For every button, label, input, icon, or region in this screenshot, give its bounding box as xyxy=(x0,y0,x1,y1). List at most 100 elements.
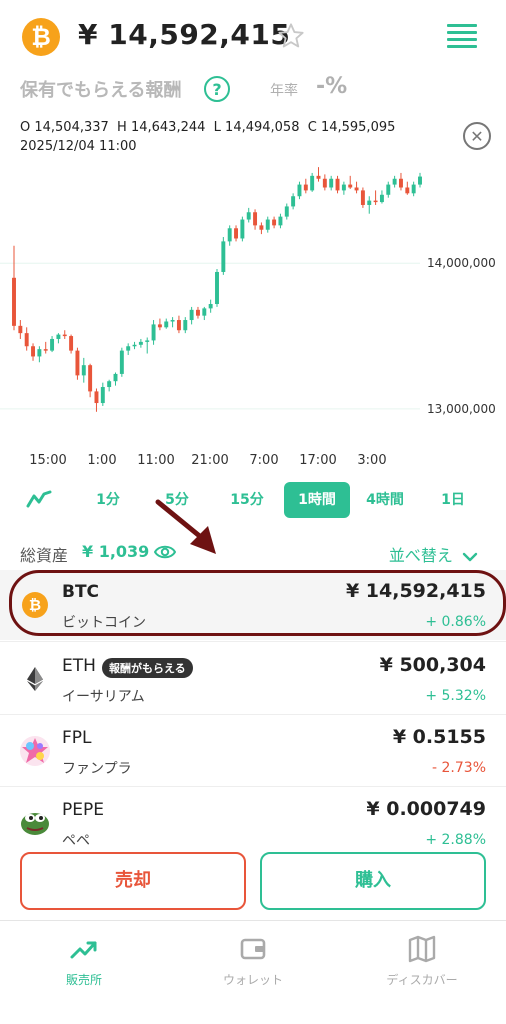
sort-label: 並べ替え xyxy=(388,546,453,565)
coin-price: ¥ 14,592,415 xyxy=(345,580,486,602)
y-tick-label: 14,000,000 xyxy=(427,256,496,270)
candle xyxy=(215,269,219,307)
map-icon xyxy=(408,935,436,963)
candle xyxy=(31,343,35,361)
candle xyxy=(386,181,391,198)
x-tick-label: 1:00 xyxy=(87,453,116,468)
candle xyxy=(392,175,397,188)
coin-change: + 5.32% xyxy=(425,688,486,704)
tab-1d[interactable]: 1日 xyxy=(420,482,486,518)
candle xyxy=(373,190,378,205)
coin-name: ペペ xyxy=(62,833,90,849)
tab-4h[interactable]: 4時間 xyxy=(352,482,418,518)
eye-icon[interactable] xyxy=(154,543,176,561)
candle xyxy=(284,203,289,220)
nav-label: ディスカバー xyxy=(386,973,458,987)
trend-up-icon xyxy=(70,941,97,959)
ethereum-logo-icon xyxy=(27,667,43,691)
coin-symbol: ETH xyxy=(62,656,96,676)
x-tick-label: 17:00 xyxy=(299,453,336,468)
candle xyxy=(24,327,29,351)
list-item-fpl[interactable]: FPL ファンプラ ¥ 0.5155 - 2.73% xyxy=(0,716,506,786)
candle xyxy=(119,347,124,377)
line-chart-toggle-icon[interactable] xyxy=(26,488,52,510)
reward-label: 保有でもらえる報酬 xyxy=(20,80,182,101)
star-icon[interactable] xyxy=(277,22,305,50)
price-chart[interactable]: 14,000,000 13,000,000 15:00 1:00 11:00 21:00 7… xyxy=(0,148,506,478)
candle xyxy=(132,341,137,350)
candle xyxy=(234,225,238,242)
coin-symbol: FPL xyxy=(62,728,92,748)
candle xyxy=(322,174,327,191)
candle xyxy=(208,299,213,313)
candle xyxy=(240,216,245,242)
candle xyxy=(107,379,112,392)
coin-change: - 2.73% xyxy=(432,760,486,776)
candle xyxy=(176,315,181,334)
tab-1m[interactable]: 1分 xyxy=(75,482,141,518)
nav-discover[interactable]: ディスカバー xyxy=(362,935,482,988)
candle xyxy=(202,306,207,321)
candle xyxy=(113,372,118,386)
candle xyxy=(50,336,55,353)
candle xyxy=(157,318,162,331)
reward-row: 保有でもらえる報酬 ? 年率 -% xyxy=(20,72,490,106)
interval-tabs: 1分 5分 15分 1時間 4時間 1日 xyxy=(16,482,496,518)
list-item-btc[interactable]: ₿ BTC ビットコイン ¥ 14,592,415 + 0.86% xyxy=(0,570,506,640)
divider xyxy=(0,641,506,642)
buy-button[interactable]: 購入 xyxy=(260,852,486,910)
candle xyxy=(221,237,226,275)
close-icon[interactable]: ✕ xyxy=(463,122,491,150)
candle xyxy=(265,216,270,233)
x-tick-label: 15:00 xyxy=(29,453,66,468)
candle xyxy=(341,181,346,195)
tab-1h[interactable]: 1時間 xyxy=(284,482,350,518)
list-item-eth[interactable]: ETH 報酬がもらえる イーサリアム ¥ 500,304 + 5.32% xyxy=(0,644,506,714)
candle xyxy=(411,181,416,197)
candle xyxy=(69,334,74,354)
candle xyxy=(272,216,277,229)
coin-change: + 2.88% xyxy=(425,832,486,848)
coin-price: ¥ 0.5155 xyxy=(392,726,486,748)
fanpla-logo-icon xyxy=(20,736,50,766)
candle xyxy=(348,175,353,189)
sell-button[interactable]: 売却 xyxy=(20,852,246,910)
nav-wallet[interactable]: ウォレット xyxy=(193,935,313,988)
x-tick-label: 3:00 xyxy=(357,453,386,468)
x-tick-label: 21:00 xyxy=(191,453,228,468)
candle xyxy=(81,357,86,383)
candle xyxy=(12,245,16,331)
candle xyxy=(253,209,258,230)
list-item-pepe[interactable]: PEPE ペペ ¥ 0.000749 + 2.88% xyxy=(0,788,506,849)
nav-label: ウォレット xyxy=(222,973,283,987)
reward-badge: 報酬がもらえる xyxy=(102,658,193,678)
bitcoin-logo-icon: ₿ xyxy=(22,18,60,56)
x-tick-label: 7:00 xyxy=(249,453,278,468)
candle xyxy=(145,337,150,354)
candle xyxy=(227,225,232,246)
nav-exchange[interactable]: 販売所 xyxy=(24,935,144,988)
candle xyxy=(126,343,131,355)
candle xyxy=(291,193,296,210)
sort-button[interactable]: 並べ替え xyxy=(389,542,478,566)
candle xyxy=(399,172,403,191)
candle xyxy=(164,318,169,329)
x-tick-label: 11:00 xyxy=(137,453,174,468)
candle xyxy=(170,317,175,328)
annual-rate-label: 年率 xyxy=(270,83,298,99)
candle xyxy=(100,382,105,406)
pepe-logo-icon xyxy=(21,813,49,835)
coin-price: ¥ 0.000749 xyxy=(366,798,486,820)
y-tick-label: 13,000,000 xyxy=(427,402,496,416)
list-menu-icon[interactable] xyxy=(447,24,477,50)
candle xyxy=(88,363,93,398)
candle xyxy=(303,178,308,194)
help-icon[interactable]: ? xyxy=(204,76,230,102)
candle xyxy=(196,306,200,319)
candle xyxy=(297,181,302,200)
coin-symbol: PEPE xyxy=(62,800,104,820)
candle xyxy=(94,388,99,412)
candle xyxy=(138,338,143,348)
candle xyxy=(360,187,365,208)
current-price: ¥ 14,592,415 xyxy=(78,18,291,51)
